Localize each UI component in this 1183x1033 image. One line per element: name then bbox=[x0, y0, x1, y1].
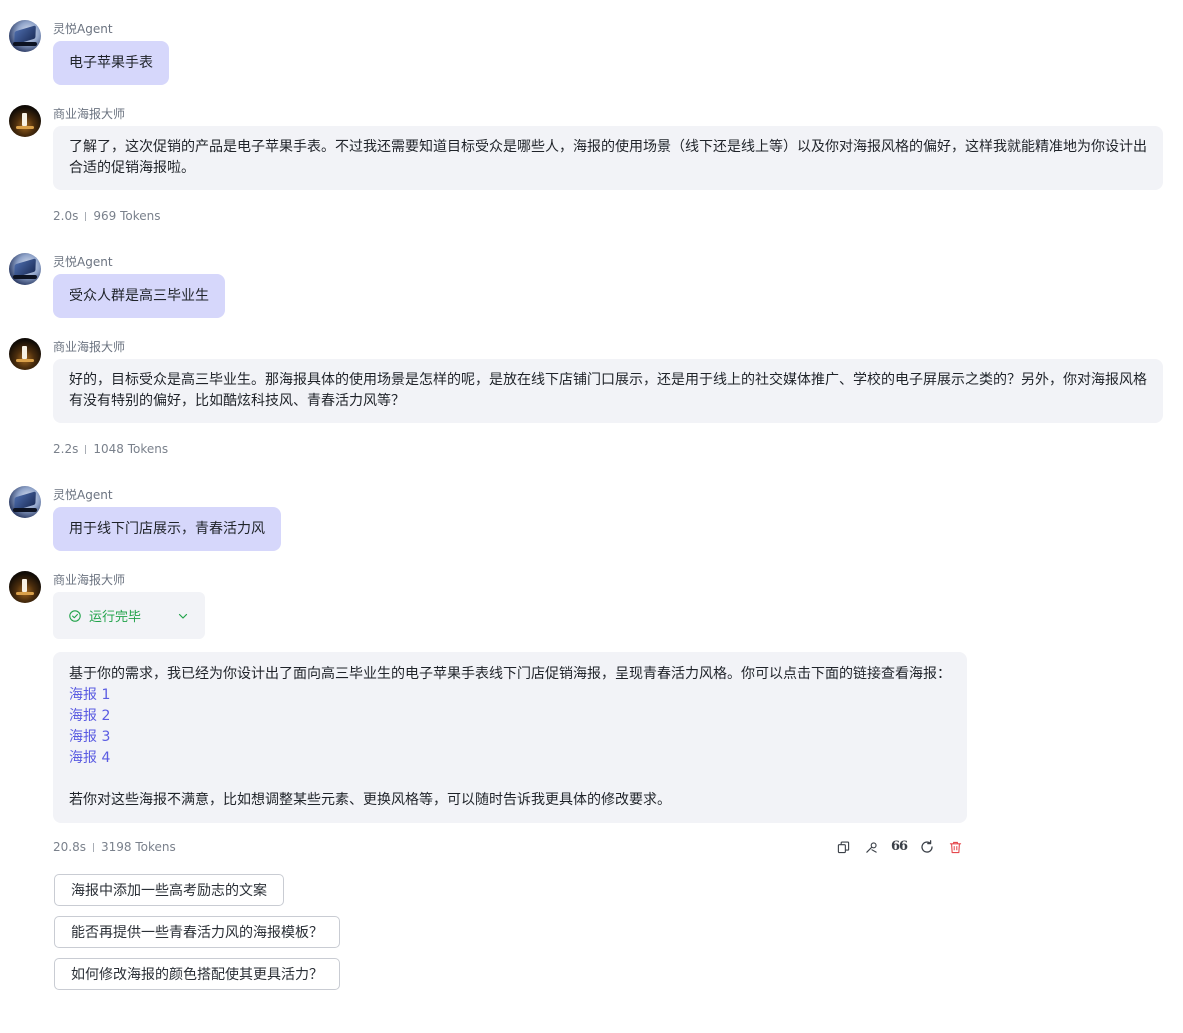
quote-button[interactable]: 66 bbox=[890, 839, 908, 854]
bot-avatar bbox=[9, 571, 41, 603]
bot-avatar bbox=[9, 105, 41, 137]
message-actions: 66 bbox=[836, 840, 976, 854]
poster-link-1[interactable]: 海报 1 bbox=[69, 685, 951, 706]
poster-link-4[interactable]: 海报 4 bbox=[69, 748, 951, 769]
sender-name: 商业海报大师 bbox=[53, 573, 126, 587]
token-count: 3198 Tokens bbox=[100, 840, 176, 854]
response-time: 2.0s bbox=[53, 209, 79, 223]
regenerate-button[interactable] bbox=[920, 840, 934, 854]
chat-transcript: 灵悦Agent 电子苹果手表 商业海报大师 了解了，这次促销的产品是电子苹果手表… bbox=[0, 0, 1183, 1033]
message-bot-final: 商业海报大师 运行完毕 bbox=[9, 571, 1163, 651]
sender-name: 商业海报大师 bbox=[53, 107, 126, 121]
bot-avatar bbox=[9, 338, 41, 370]
edit-tool-button[interactable] bbox=[864, 840, 878, 854]
token-count: 1048 Tokens bbox=[93, 442, 169, 456]
token-count: 969 Tokens bbox=[93, 209, 161, 223]
run-status-label: 运行完毕 bbox=[89, 610, 142, 625]
check-circle-icon bbox=[69, 609, 81, 622]
message-bot: 商业海报大师 了解了，这次促销的产品是电子苹果手表。不过我还需要知道目标受众是哪… bbox=[9, 105, 1163, 230]
quote-icon: 66 bbox=[890, 839, 908, 854]
bot-message-bubble: 好的，目标受众是高三毕业生。那海报具体的使用场景是怎样的呢，是放在线下店铺门口展… bbox=[53, 359, 1163, 423]
suggestion-chip[interactable]: 如何修改海报的颜色搭配使其更具活力？ bbox=[54, 958, 340, 990]
response-time: 20.8s bbox=[53, 840, 86, 854]
refresh-icon bbox=[921, 840, 933, 853]
copy-button[interactable] bbox=[836, 840, 850, 854]
stats-divider bbox=[85, 212, 87, 221]
response-time: 2.2s bbox=[53, 442, 79, 456]
message-bot: 商业海报大师 好的，目标受众是高三毕业生。那海报具体的使用场景是怎样的呢，是放在… bbox=[9, 338, 1163, 463]
final-intro-text: 基于你的需求，我已经为你设计出了面向高三毕业生的电子苹果手表线下门店促销海报，呈… bbox=[69, 666, 951, 682]
message-user: 灵悦Agent 受众人群是高三毕业生 bbox=[9, 253, 1163, 323]
sender-name: 灵悦Agent bbox=[53, 255, 113, 269]
wrench-icon bbox=[865, 841, 877, 853]
poster-link-3[interactable]: 海报 3 bbox=[69, 727, 951, 748]
bot-message-bubble: 了解了，这次促销的产品是电子苹果手表。不过我还需要知道目标受众是哪些人，海报的使… bbox=[53, 126, 1163, 190]
sender-name: 灵悦Agent bbox=[53, 22, 113, 36]
user-avatar bbox=[9, 20, 41, 52]
user-message-bubble: 电子苹果手表 bbox=[53, 41, 169, 85]
run-status-toggle[interactable]: 运行完毕 bbox=[53, 592, 205, 639]
stats-divider bbox=[92, 843, 94, 852]
user-avatar bbox=[9, 253, 41, 285]
delete-icon bbox=[949, 841, 961, 853]
copy-icon bbox=[837, 841, 849, 853]
poster-link-2[interactable]: 海报 2 bbox=[69, 706, 951, 727]
stats-divider bbox=[85, 445, 87, 454]
response-stats: 20.8s 3198 Tokens bbox=[53, 839, 176, 855]
sender-name: 灵悦Agent bbox=[53, 488, 113, 502]
chevron-down-icon bbox=[178, 613, 188, 619]
response-stats: 2.2s 1048 Tokens bbox=[53, 441, 168, 457]
delete-button[interactable] bbox=[948, 840, 962, 854]
user-avatar bbox=[9, 486, 41, 518]
response-stats: 2.0s 969 Tokens bbox=[53, 208, 160, 224]
bot-message-bubble-final: 基于你的需求，我已经为你设计出了面向高三毕业生的电子苹果手表线下门店促销海报，呈… bbox=[53, 652, 967, 823]
sender-name: 商业海报大师 bbox=[53, 340, 126, 354]
user-message-bubble: 受众人群是高三毕业生 bbox=[53, 274, 225, 318]
user-message-bubble: 用于线下门店展示，青春活力风 bbox=[53, 507, 281, 551]
suggestion-chip[interactable]: 海报中添加一些高考励志的文案 bbox=[54, 874, 284, 906]
message-user: 灵悦Agent 电子苹果手表 bbox=[9, 20, 1163, 90]
message-user: 灵悦Agent 用于线下门店展示，青春活力风 bbox=[9, 486, 1163, 556]
suggestion-chip[interactable]: 能否再提供一些青春活力风的海报模板？ bbox=[54, 916, 340, 948]
final-outro-text: 若你对这些海报不满意，比如想调整某些元素、更换风格等，可以随时告诉我更具体的修改… bbox=[69, 792, 671, 808]
